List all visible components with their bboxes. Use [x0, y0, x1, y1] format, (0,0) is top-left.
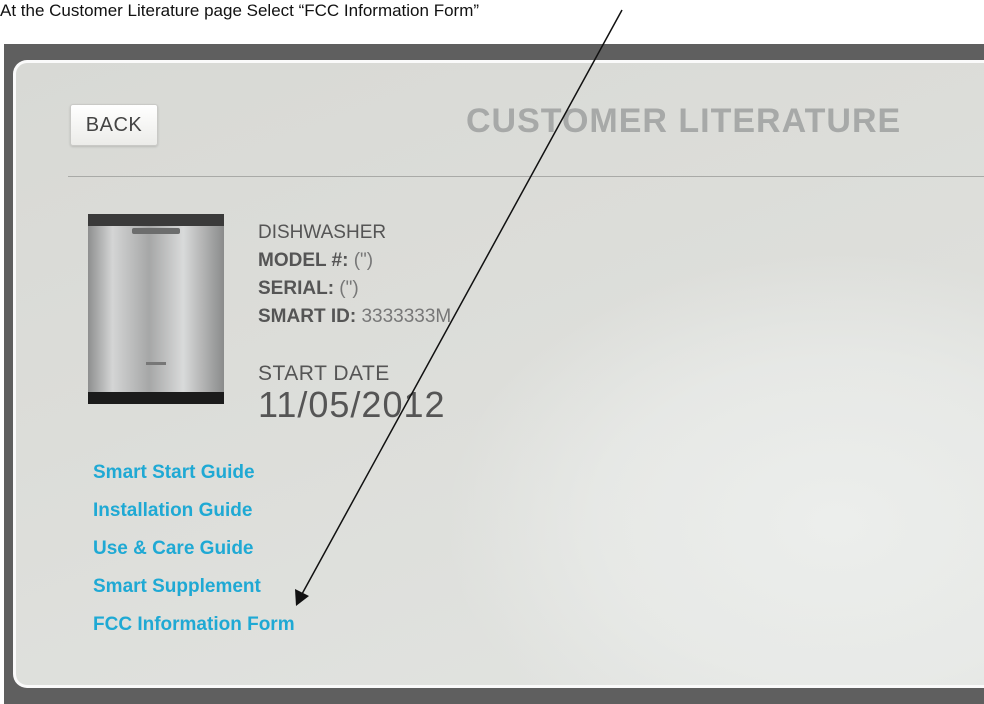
- link-fcc-information-form[interactable]: FCC Information Form: [93, 614, 295, 636]
- appliance-type: DISHWASHER: [258, 222, 387, 243]
- instruction-caption: At the Customer Literature page Select “…: [0, 1, 480, 20]
- smart-id-row: SMART ID: 3333333M: [258, 306, 452, 327]
- serial-row: SERIAL: ("): [258, 278, 359, 299]
- serial-label: SERIAL: [258, 278, 328, 299]
- back-button[interactable]: BACK: [70, 104, 158, 146]
- start-date-value: 11/05/2012: [258, 384, 446, 425]
- serial-value: ("): [339, 278, 359, 299]
- link-use-care-guide[interactable]: Use & Care Guide: [93, 538, 254, 560]
- link-smart-start-guide[interactable]: Smart Start Guide: [93, 462, 255, 484]
- header-divider: [68, 176, 984, 177]
- page-title: CUSTOMER LITERATURE: [466, 102, 902, 140]
- dishwasher-icon: [88, 214, 224, 404]
- model-number-value: ("): [353, 250, 374, 271]
- model-number-label: MODEL #: [258, 250, 343, 271]
- link-smart-supplement[interactable]: Smart Supplement: [93, 576, 261, 598]
- link-installation-guide[interactable]: Installation Guide: [93, 500, 252, 522]
- smart-id-value: 3333333M: [361, 306, 452, 327]
- model-number-row: MODEL #: ("): [258, 250, 374, 271]
- start-date-label: START DATE: [258, 362, 390, 385]
- smart-id-label: SMART ID: [258, 306, 350, 327]
